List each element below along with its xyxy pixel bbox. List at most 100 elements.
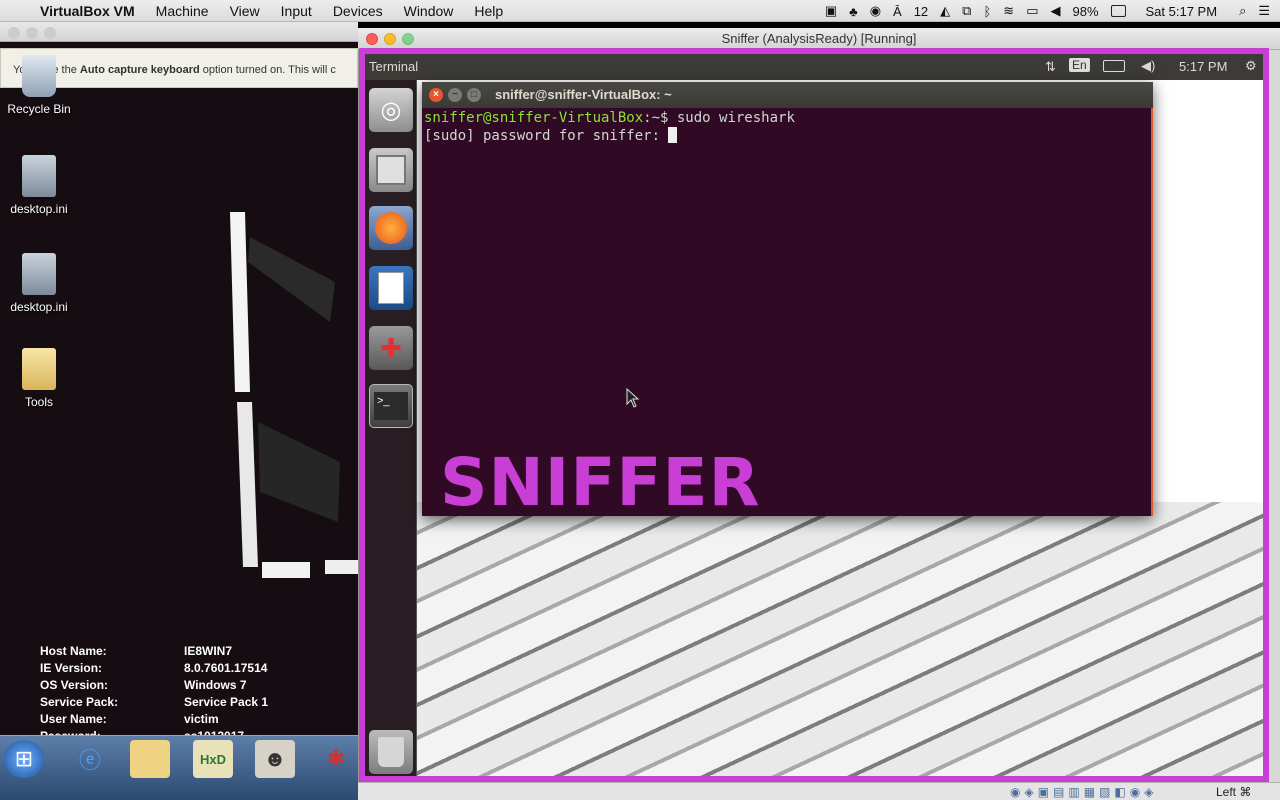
sync-icon[interactable]: ⧉ xyxy=(962,3,971,19)
volume-icon[interactable]: ◀ xyxy=(1050,3,1060,19)
unity-launcher: ◎ ✚ >_ xyxy=(365,80,417,776)
menu-view[interactable]: View xyxy=(230,3,260,19)
status-number[interactable]: 12 xyxy=(914,4,928,19)
taskbar-ie[interactable]: ⓔ xyxy=(70,740,110,778)
search-icon[interactable]: ⌕ xyxy=(1239,3,1246,19)
clock[interactable]: Sat 5:17 PM xyxy=(1146,4,1218,19)
notification-center-icon[interactable]: ☰ xyxy=(1258,3,1270,19)
hxd-icon: HxD xyxy=(199,751,226,767)
text-cursor xyxy=(668,127,678,143)
terminal-command: sudo wireshark xyxy=(676,110,795,126)
firefox-icon xyxy=(375,212,407,244)
prompt-user: sniffer@sniffer-VirtualBox xyxy=(424,110,644,126)
start-button[interactable]: ⊞ xyxy=(4,740,44,778)
bginfo-panel: Host Name: IE8WIN7 IE Version: 8.0.7601.17… xyxy=(40,643,268,745)
settings-wrench-icon: ✚ xyxy=(380,332,402,363)
desktop-icon-label: Tools xyxy=(24,395,53,409)
battery-icon[interactable] xyxy=(1110,5,1126,17)
facetime-icon[interactable]: ▣ xyxy=(825,3,837,19)
notice-suffix: option turned on. This will c xyxy=(199,64,336,76)
network-icon[interactable]: ⇅ xyxy=(1045,59,1056,75)
host-close-button[interactable] xyxy=(8,27,20,39)
info-value: victim xyxy=(184,712,219,726)
folder-icon xyxy=(22,348,56,390)
terminal-icon: >_ xyxy=(374,392,408,420)
vm-zoom-button[interactable] xyxy=(402,33,414,45)
gear-icon[interactable]: ⚙ xyxy=(1245,58,1257,74)
host-minimize-button[interactable] xyxy=(26,27,38,39)
evernote-icon[interactable]: ♣ xyxy=(849,4,858,19)
wifi-icon[interactable]: ≋ xyxy=(1003,3,1014,19)
prompt-path: :~$ xyxy=(643,110,677,126)
terminal-window: × − □ sniffer@sniffer-VirtualBox: ~ snif… xyxy=(422,82,1153,521)
launcher-trash[interactable] xyxy=(369,730,413,774)
vm-device-icons[interactable]: ◉◈▣▤▥▦▧◧◉◈ xyxy=(1010,785,1157,799)
globe-icon[interactable]: ◉ xyxy=(870,3,881,19)
taskbar-portrait-app[interactable]: ☻ xyxy=(255,740,295,778)
menu-app-name[interactable]: VirtualBox VM xyxy=(40,3,135,19)
bug-icon: ✱ xyxy=(326,746,346,771)
info-row: Host Name: IE8WIN7 xyxy=(40,643,268,660)
desktop-icon-desktop-ini-1[interactable]: desktop.ini xyxy=(4,155,74,216)
vm-window-titlebar: Sniffer (AnalysisReady) [Running] xyxy=(358,28,1280,50)
drive-icon[interactable]: ◭ xyxy=(940,3,950,19)
active-app-name: Terminal xyxy=(369,59,419,74)
desktop-icon-label: desktop.ini xyxy=(10,300,68,314)
keyboard-layout[interactable]: En xyxy=(1069,58,1090,72)
document-icon xyxy=(378,272,404,304)
volume-icon[interactable]: ◀) xyxy=(1141,58,1155,74)
menu-window[interactable]: Window xyxy=(404,3,454,19)
terminal-minimize-button[interactable]: − xyxy=(448,88,462,102)
info-row: Service Pack: Service Pack 1 xyxy=(40,694,268,711)
settings-file-icon xyxy=(22,155,56,197)
taskbar-bug-app[interactable]: ✱ xyxy=(316,740,356,778)
adobe-icon[interactable]: Ā xyxy=(893,4,902,19)
menu-help[interactable]: Help xyxy=(474,3,503,19)
overlay-title: SNIFFER xyxy=(440,444,761,521)
battery-icon[interactable] xyxy=(1103,60,1125,72)
info-value: IE8WIN7 xyxy=(184,644,233,658)
launcher-terminal[interactable]: >_ xyxy=(369,384,413,428)
internet-explorer-icon: ⓔ xyxy=(78,748,101,773)
airplay-icon[interactable]: ▭ xyxy=(1026,3,1038,19)
bluetooth-icon[interactable]: ᛒ xyxy=(983,4,991,19)
launcher-writer[interactable] xyxy=(369,266,413,310)
menu-machine[interactable]: Machine xyxy=(156,3,209,19)
mac-menubar: VirtualBox VM Machine View Input Devices… xyxy=(0,0,1280,22)
notice-bold: Auto capture keyboard xyxy=(79,64,200,76)
info-key: IE Version: xyxy=(40,661,103,675)
ubuntu-wallpaper xyxy=(417,502,1263,776)
terminal-title: sniffer@sniffer-VirtualBox: ~ xyxy=(495,87,672,102)
info-row: IE Version: 8.0.7601.17514 xyxy=(40,660,268,677)
vm-minimize-button[interactable] xyxy=(384,33,396,45)
terminal-scrollbar[interactable] xyxy=(1151,108,1153,516)
ubuntu-logo-icon: ◎ xyxy=(380,96,402,124)
taskbar-hxd[interactable]: HxD xyxy=(193,740,233,778)
host-zoom-button[interactable] xyxy=(44,27,56,39)
info-key: Service Pack: xyxy=(40,695,119,709)
taskbar-explorer[interactable] xyxy=(130,740,170,778)
desktop-icon-tools[interactable]: Tools xyxy=(4,348,74,409)
launcher-dash[interactable]: ◎ xyxy=(369,88,413,132)
terminal-output[interactable]: sniffer@sniffer-VirtualBox:~$ sudo wires… xyxy=(424,110,795,145)
host-key-label: Left ⌘ xyxy=(1216,785,1252,799)
sudo-prompt: [sudo] password for sniffer: xyxy=(424,128,669,144)
launcher-settings[interactable]: ✚ xyxy=(369,326,413,370)
ubuntu-top-panel: Terminal ⇅ En ◀) 5:17 PM ⚙ xyxy=(365,54,1263,80)
vm-close-button[interactable] xyxy=(366,33,378,45)
desktop-icon-recycle-bin[interactable]: Recycle Bin xyxy=(4,55,74,116)
desktop-icon-desktop-ini-2[interactable]: desktop.ini xyxy=(4,253,74,314)
menu-devices[interactable]: Devices xyxy=(333,3,383,19)
terminal-maximize-button[interactable]: □ xyxy=(467,88,481,102)
vm-screen: Terminal ⇅ En ◀) 5:17 PM ⚙ ◎ ✚ >_ × − □ … xyxy=(359,48,1269,782)
menu-input[interactable]: Input xyxy=(281,3,312,19)
launcher-firefox[interactable] xyxy=(369,206,413,250)
ubuntu-clock[interactable]: 5:17 PM xyxy=(1179,59,1227,74)
terminal-close-button[interactable]: × xyxy=(429,88,443,102)
launcher-files[interactable] xyxy=(369,148,413,192)
windows-taskbar: ⊞ ⓔ HxD ☻ ✱ xyxy=(0,735,358,800)
trash-icon xyxy=(378,737,404,767)
battery-percent[interactable]: 98% xyxy=(1072,4,1098,19)
desktop-icon-label: desktop.ini xyxy=(10,202,68,216)
info-key: Host Name: xyxy=(40,644,107,658)
